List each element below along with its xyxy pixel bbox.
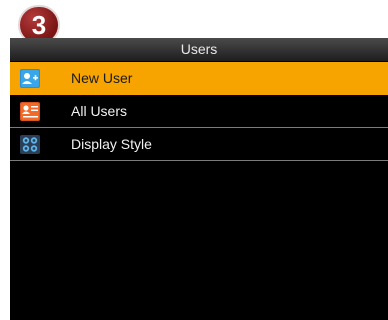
title-bar: Users bbox=[10, 38, 388, 62]
menu-item-display-style[interactable]: Display Style bbox=[10, 128, 388, 161]
menu-item-label: Display Style bbox=[71, 136, 152, 152]
menu-item-label: All Users bbox=[71, 103, 128, 119]
display-style-icon bbox=[20, 135, 40, 154]
new-user-icon bbox=[20, 69, 40, 88]
page-title: Users bbox=[180, 41, 218, 57]
step-number: 3 bbox=[31, 10, 47, 40]
menu-item-new-user[interactable]: New User bbox=[10, 62, 388, 95]
divider bbox=[10, 160, 388, 161]
menu-item-all-users[interactable]: All Users bbox=[10, 95, 388, 128]
all-users-icon bbox=[20, 102, 40, 121]
device-screen: Users New User All Users Display Style bbox=[10, 38, 388, 320]
menu-item-label: New User bbox=[71, 70, 133, 86]
